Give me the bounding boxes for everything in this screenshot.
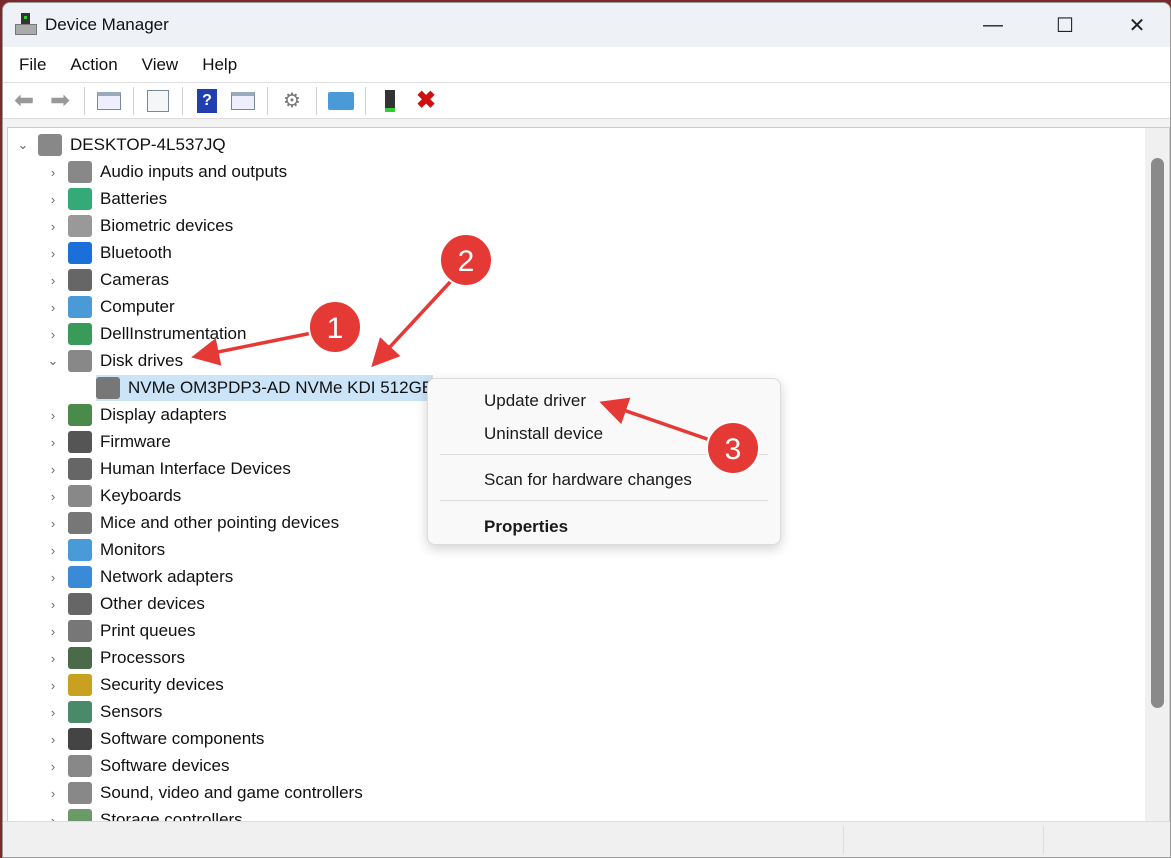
- annotation-1: 1: [191, 300, 362, 366]
- annotation-number-2: 2: [458, 245, 475, 278]
- annotation-2: 2: [371, 233, 493, 368]
- annotation-3: 3: [599, 397, 760, 475]
- annotation-number-3: 3: [725, 433, 742, 466]
- annotation-number-1: 1: [327, 312, 344, 345]
- annotation-layer: 1 2 3: [191, 233, 760, 475]
